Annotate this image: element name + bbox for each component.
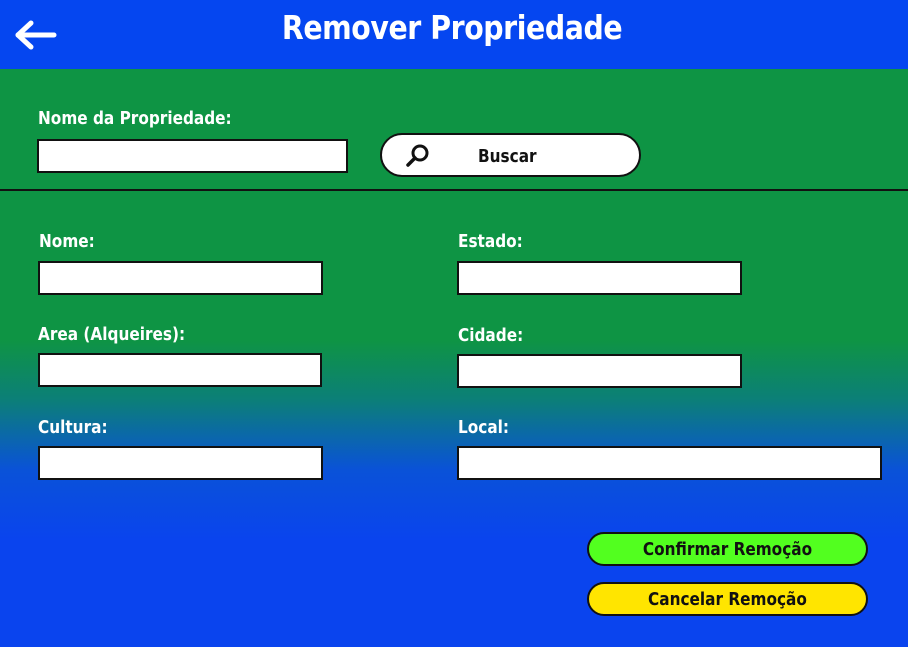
- search-button-label: Buscar: [478, 146, 537, 167]
- back-button[interactable]: [12, 18, 58, 52]
- section-divider: [0, 189, 908, 191]
- property-name-search-input[interactable]: [37, 139, 348, 173]
- confirm-removal-button[interactable]: Confirmar Remoção: [587, 532, 868, 566]
- arrow-left-icon: [15, 20, 57, 50]
- property-name-label: Nome da Propriedade:: [38, 108, 232, 129]
- cancel-removal-button[interactable]: Cancelar Remoção: [587, 582, 868, 616]
- search-button[interactable]: Buscar: [380, 133, 641, 177]
- page-title: Remover Propriedade: [281, 8, 623, 47]
- cultura-field[interactable]: [38, 446, 323, 480]
- area-field[interactable]: [38, 353, 322, 387]
- cancel-removal-label: Cancelar Remoção: [648, 589, 807, 610]
- cultura-label: Cultura:: [38, 417, 108, 438]
- local-label: Local:: [458, 417, 510, 438]
- remove-property-screen: Remover Propriedade Nome da Propriedade:…: [0, 0, 908, 647]
- nome-field[interactable]: [38, 261, 323, 295]
- nome-label: Nome:: [39, 231, 95, 252]
- header-bar: Remover Propriedade: [0, 0, 908, 69]
- estado-label: Estado:: [458, 231, 523, 252]
- estado-field[interactable]: [457, 261, 742, 295]
- search-icon: [406, 144, 429, 167]
- area-label: Area (Alqueires):: [38, 324, 186, 345]
- cidade-label: Cidade:: [458, 325, 524, 346]
- local-field[interactable]: [457, 446, 882, 480]
- confirm-removal-label: Confirmar Remoção: [642, 539, 813, 560]
- cidade-field[interactable]: [457, 354, 742, 388]
